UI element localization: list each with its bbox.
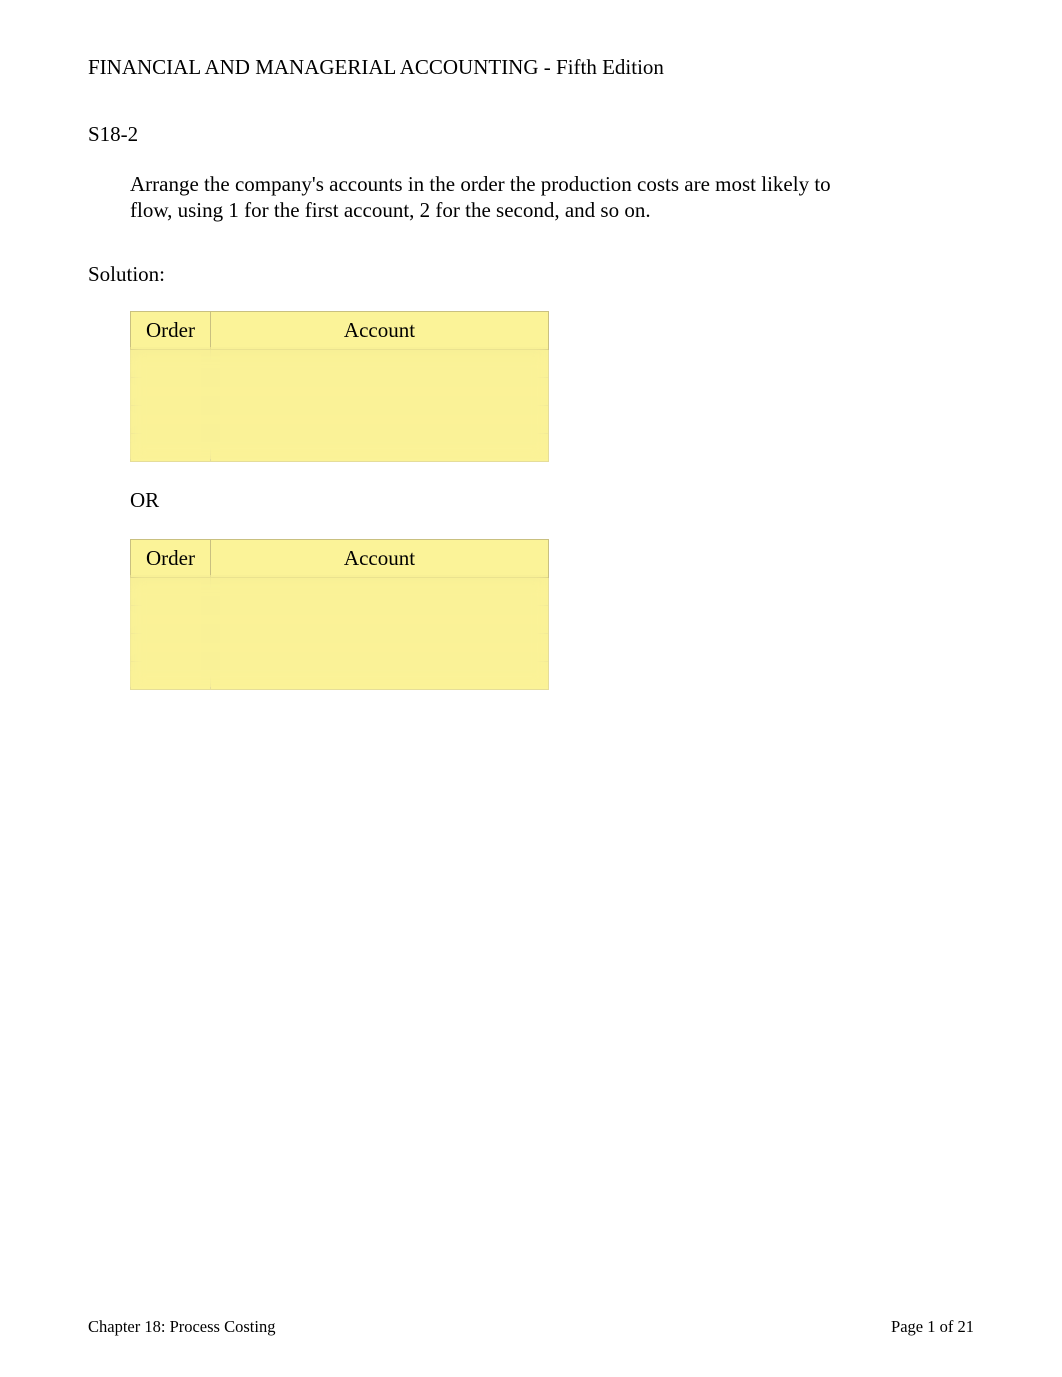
accounts-table-2: Order Account — [130, 539, 549, 690]
page-footer: Chapter 18: Process Costing Page 1 of 21 — [88, 1317, 974, 1337]
problem-number: S18-2 — [88, 122, 974, 147]
table-2-header-order: Order — [131, 539, 211, 577]
or-separator: OR — [130, 488, 974, 513]
table-1-cell-account — [211, 377, 549, 405]
table-2-cell-account — [211, 633, 549, 661]
table-1-cell-account — [211, 405, 549, 433]
table-2-cell-order — [131, 661, 211, 689]
table-2-cell-account — [211, 661, 549, 689]
page-container: FINANCIAL AND MANAGERIAL ACCOUNTING - Fi… — [0, 0, 1062, 1377]
table-1-cell-account — [211, 433, 549, 461]
table-1-cell-order — [131, 433, 211, 461]
footer-chapter: Chapter 18: Process Costing — [88, 1317, 275, 1337]
table-2-cell-account — [211, 605, 549, 633]
solution-label: Solution: — [88, 262, 974, 287]
table-2-cell-account — [211, 577, 549, 605]
table-row — [131, 577, 549, 605]
table-1-cell-order — [131, 405, 211, 433]
table-row — [131, 377, 549, 405]
table-row — [131, 405, 549, 433]
footer-page-number: Page 1 of 21 — [891, 1317, 974, 1337]
accounts-table-1: Order Account — [130, 311, 549, 462]
table-row — [131, 605, 549, 633]
table-row — [131, 661, 549, 689]
table-1-wrapper: Order Account — [130, 311, 974, 462]
problem-statement: Arrange the company's accounts in the or… — [130, 171, 850, 224]
table-2-cell-order — [131, 633, 211, 661]
table-2-cell-order — [131, 605, 211, 633]
table-1-header-order: Order — [131, 311, 211, 349]
table-1-cell-order — [131, 349, 211, 377]
book-title: FINANCIAL AND MANAGERIAL ACCOUNTING - Fi… — [88, 55, 974, 80]
table-row — [131, 433, 549, 461]
table-1-header-account: Account — [211, 311, 549, 349]
table-2-cell-order — [131, 577, 211, 605]
table-row — [131, 633, 549, 661]
table-2-wrapper: Order Account — [130, 539, 974, 690]
table-row — [131, 349, 549, 377]
table-1-cell-account — [211, 349, 549, 377]
table-1-cell-order — [131, 377, 211, 405]
table-2-header-account: Account — [211, 539, 549, 577]
